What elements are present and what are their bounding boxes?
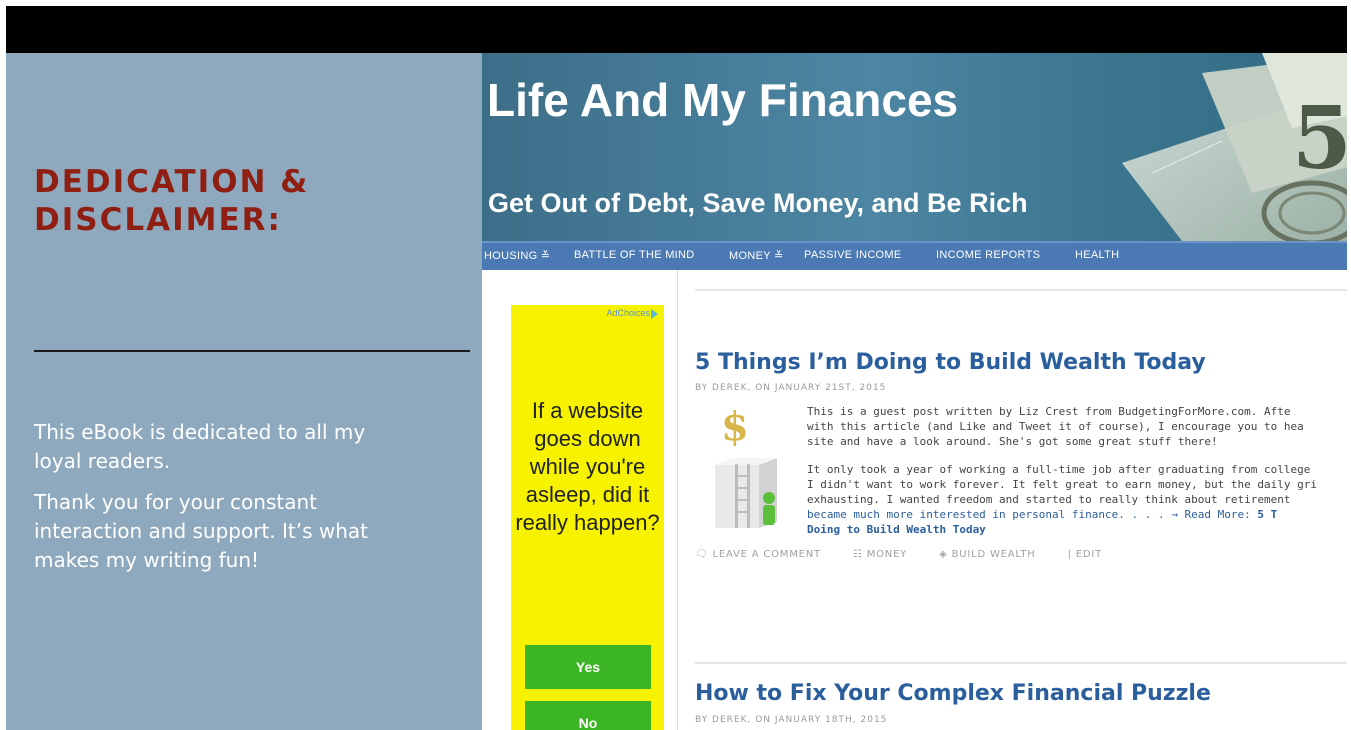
adchoices-icon — [651, 308, 658, 319]
nav-battle-of-the-mind[interactable]: BATTLE OF THE MIND — [574, 249, 695, 261]
site-nav: HOUSING ≚ BATTLE OF THE MIND MONEY ≚ PAS… — [482, 241, 1347, 270]
ad-yes-button[interactable]: Yes — [525, 645, 651, 689]
money-bills-image: 5 — [1122, 53, 1347, 241]
svg-text:5: 5 — [1292, 88, 1347, 189]
post-2: How to Fix Your Complex Financial Puzzle… — [695, 270, 1347, 730]
site-banner: 5 Life And My Finances Get Out of Debt, … — [482, 53, 1347, 241]
nav-housing[interactable]: HOUSING ≚ — [484, 249, 550, 262]
website-screenshot: 5 Life And My Finances Get Out of Debt, … — [482, 53, 1347, 730]
sidebar-ad[interactable]: AdChoices If a website goes down while y… — [511, 305, 664, 730]
page-content: AdChoices If a website goes down while y… — [482, 270, 1347, 730]
heading-divider — [34, 350, 470, 352]
thanks-paragraph: Thank you for your constant interaction … — [34, 490, 369, 572]
slide-heading: DEDICATION & DISCLAIMER: — [34, 164, 310, 238]
ad-no-button[interactable]: No — [525, 701, 651, 730]
slide-left-panel: DEDICATION & DISCLAIMER: This eBook is d… — [6, 53, 482, 730]
nav-income-reports[interactable]: INCOME REPORTS — [936, 249, 1040, 261]
site-tagline: Get Out of Debt, Save Money, and Be Rich — [488, 188, 1028, 218]
site-title[interactable]: Life And My Finances — [487, 73, 958, 127]
slide-top-bar — [6, 6, 1347, 53]
nav-health[interactable]: HEALTH — [1075, 249, 1119, 261]
dedication-paragraph: This eBook is dedicated to all my loyal … — [34, 420, 366, 473]
sidebar: AdChoices If a website goes down while y… — [482, 270, 678, 730]
adchoices-label: AdChoices — [606, 308, 650, 318]
post-title[interactable]: How to Fix Your Complex Financial Puzzle — [695, 681, 1211, 706]
nav-passive-income[interactable]: PASSIVE INCOME — [804, 249, 902, 261]
post-byline: BY DEREK, ON JANUARY 18TH, 2015 — [695, 715, 888, 725]
ad-question: If a website goes down while you're asle… — [515, 398, 660, 535]
nav-money[interactable]: MONEY ≚ — [729, 249, 784, 262]
adchoices-link[interactable]: AdChoices — [606, 308, 658, 319]
